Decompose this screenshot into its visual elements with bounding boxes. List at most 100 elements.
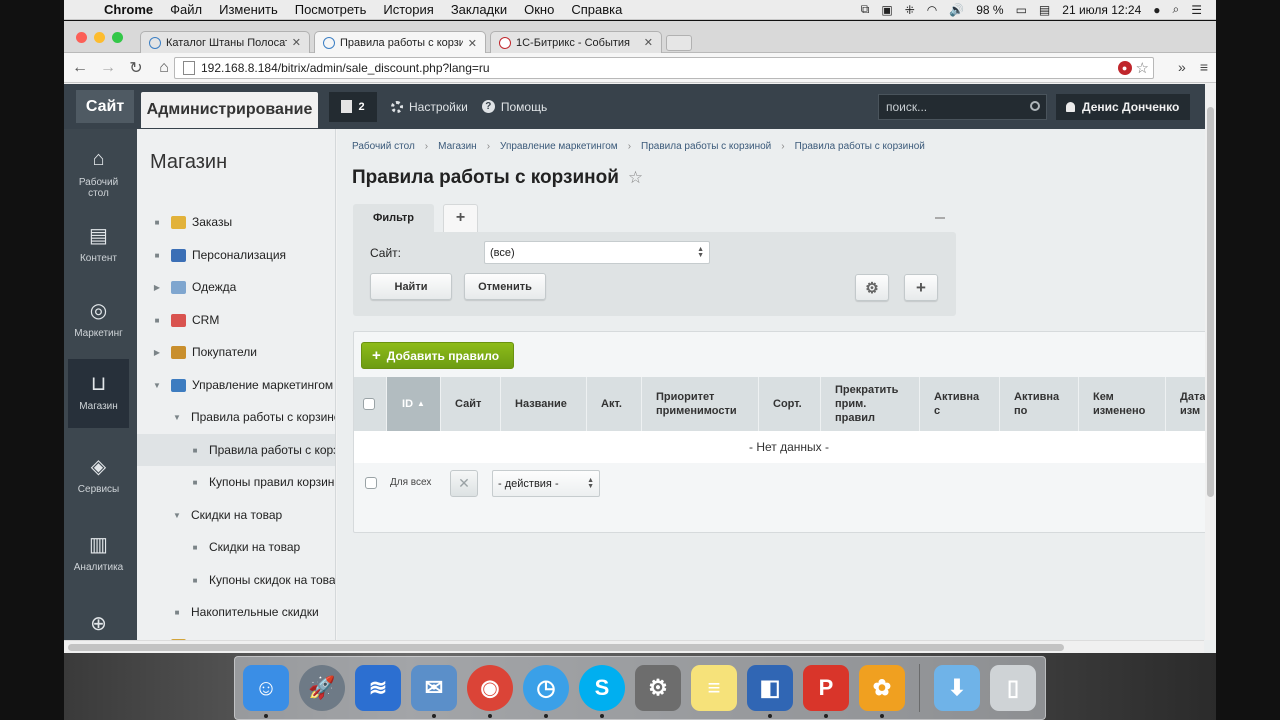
menu-services[interactable]: ◈ Сервисы (68, 442, 129, 511)
launchpad-icon[interactable]: 🚀 (299, 665, 345, 711)
tree-item[interactable]: ■ CRM (137, 304, 335, 336)
tree-item[interactable]: ■ Заказы (137, 206, 335, 238)
cancel-button[interactable]: Отменить (464, 273, 546, 300)
filter-tab[interactable]: Фильтр (353, 204, 434, 232)
column-header-active-from[interactable]: Активна с (920, 377, 1000, 431)
reload-icon[interactable]: ↻ (124, 58, 148, 78)
flower-app-icon[interactable]: ✿ (859, 665, 905, 718)
tree-item[interactable]: ▶ Одежда (137, 271, 335, 303)
notes-icon[interactable]: ≡ (691, 665, 737, 711)
admin-button[interactable]: Администрирование (141, 91, 318, 128)
expand-down-icon[interactable]: ▼ (151, 381, 163, 390)
column-header-modified-date[interactable]: Дата изм (1166, 377, 1206, 431)
bookmark-star-icon[interactable]: ☆ (1136, 59, 1149, 77)
close-tab-icon[interactable]: ✕ (292, 36, 301, 49)
column-header-sort[interactable]: Сорт. (759, 377, 821, 431)
add-filter-button[interactable]: + (443, 204, 478, 232)
menu-window[interactable]: Окно (524, 2, 554, 17)
for-all-checkbox[interactable] (365, 477, 377, 489)
filter-add-field-button[interactable]: + (904, 274, 938, 301)
spotlight-icon[interactable]: ⌕ (1173, 2, 1180, 17)
user-icon[interactable]: ● (1153, 3, 1160, 17)
presentation-icon[interactable]: P (803, 665, 849, 718)
menu-app-name[interactable]: Chrome (104, 2, 153, 17)
search-icon[interactable] (1030, 101, 1040, 111)
user-menu[interactable]: Денис Донченко (1056, 94, 1190, 120)
vm-icon[interactable]: ◧ (747, 665, 793, 718)
tree-item[interactable]: ▼ Скидки на товар (137, 499, 335, 531)
close-tab-icon[interactable]: ✕ (468, 37, 477, 50)
chrome-menu-icon[interactable]: ≡ (1200, 59, 1208, 75)
help-link[interactable]: ? Помощь (481, 100, 547, 114)
tree-item[interactable]: ■ Купоны скидок на товар (137, 564, 335, 596)
menu-file[interactable]: Файл (170, 2, 202, 17)
menu-help[interactable]: Справка (571, 2, 622, 17)
downloads-icon[interactable]: ⬇ (934, 665, 980, 711)
extension-icon[interactable]: ● (1117, 61, 1132, 75)
menu-marketing[interactable]: ◎ Маркетинг (68, 286, 129, 355)
breadcrumb-item[interactable]: Правила работы с корзиной (641, 141, 771, 152)
sync-icon[interactable]: ⧉ (861, 2, 870, 17)
chrome-icon[interactable]: ◉ (467, 665, 513, 718)
display-icon[interactable]: ▣ (881, 3, 892, 17)
home-icon[interactable]: ⌂ (152, 59, 176, 77)
menu-view[interactable]: Посмотреть (295, 2, 367, 17)
volume-icon[interactable]: 🔊 (949, 3, 964, 17)
battery-icon[interactable]: ▭ (1016, 3, 1027, 17)
breadcrumb-item[interactable]: Правила работы с корзиной (795, 141, 925, 152)
forward-icon[interactable]: → (96, 59, 120, 77)
expand-right-icon[interactable]: ▶ (151, 283, 163, 292)
clock[interactable]: 21 июля 12:24 (1062, 3, 1141, 17)
close-tab-icon[interactable]: ✕ (644, 36, 653, 49)
column-header-site[interactable]: Сайт (441, 377, 501, 431)
site-button[interactable]: Сайт (76, 90, 134, 123)
scrollbar-thumb[interactable] (1207, 107, 1214, 497)
breadcrumb-item[interactable]: Магазин (438, 141, 477, 152)
group-actions-select[interactable]: - действия - ▲ ▼ (492, 470, 600, 497)
column-header-active[interactable]: Акт. (587, 377, 642, 431)
browser-tab-events[interactable]: 1С-Битрикс - События ✕ (490, 31, 662, 53)
menu-edit[interactable]: Изменить (219, 2, 278, 17)
expand-right-icon[interactable]: ▶ (151, 348, 163, 357)
tree-item[interactable]: ■ Скидки на товар (137, 531, 335, 563)
network-icon[interactable]: ⁜ (905, 3, 915, 17)
notifications-button[interactable]: 2 (329, 91, 377, 122)
column-header-priority[interactable]: Приоритет применимости (642, 377, 759, 431)
filter-settings-button[interactable]: ⚙ (855, 274, 889, 301)
tree-item[interactable]: ▶ Покупатели (137, 336, 335, 368)
zoom-window-button[interactable] (112, 32, 123, 43)
collapse-filter-icon[interactable] (935, 217, 945, 219)
select-all-checkbox[interactable] (363, 398, 375, 410)
overflow-icon[interactable]: » (1178, 59, 1186, 75)
cloud-clock-icon[interactable]: ◷ (523, 665, 569, 718)
tree-item[interactable]: ■ Купоны правил корзины (137, 466, 335, 498)
menu-history[interactable]: История (383, 2, 433, 17)
admin-search-input[interactable]: поиск... (878, 94, 1047, 120)
column-header-modified-by[interactable]: Кем изменено (1079, 377, 1166, 431)
menu-desktop[interactable]: ⌂ Рабочий стол (68, 135, 129, 204)
minimize-window-button[interactable] (94, 32, 105, 43)
tree-item[interactable]: ▼ Управление маркетингом (137, 369, 335, 401)
flag-icon[interactable]: ▤ (1039, 3, 1050, 17)
mission-control-icon[interactable]: ≋ (355, 665, 401, 711)
back-icon[interactable]: ← (68, 59, 92, 77)
header-select-all[interactable] (354, 377, 387, 431)
column-header-stop-rules[interactable]: Прекратить прим. правил (821, 377, 920, 431)
menu-content[interactable]: ▤ Контент (68, 211, 129, 280)
horizontal-scrollbar[interactable] (64, 640, 1204, 653)
menu-bookmarks[interactable]: Закладки (451, 2, 507, 17)
skype-icon[interactable]: S (579, 665, 625, 718)
tree-item[interactable]: ▼ Правила работы с корзиной (137, 401, 335, 433)
expand-down-icon[interactable]: ▼ (171, 413, 183, 422)
find-button[interactable]: Найти (370, 273, 452, 300)
tree-item[interactable]: ■ Персонализация (137, 239, 335, 271)
settings-link[interactable]: Настройки (391, 100, 468, 114)
trash-icon[interactable]: ▯ (990, 665, 1036, 711)
delete-button[interactable]: ✕ (450, 470, 478, 497)
column-header-active-to[interactable]: Активна по (1000, 377, 1079, 431)
new-tab-button[interactable] (666, 35, 692, 51)
scrollbar-thumb[interactable] (68, 644, 1064, 651)
address-bar[interactable]: 192.168.8.184/bitrix/admin/sale_discount… (174, 57, 1154, 79)
favorite-star-icon[interactable]: ☆ (628, 168, 643, 188)
finder-icon[interactable]: ☺ (243, 665, 289, 718)
